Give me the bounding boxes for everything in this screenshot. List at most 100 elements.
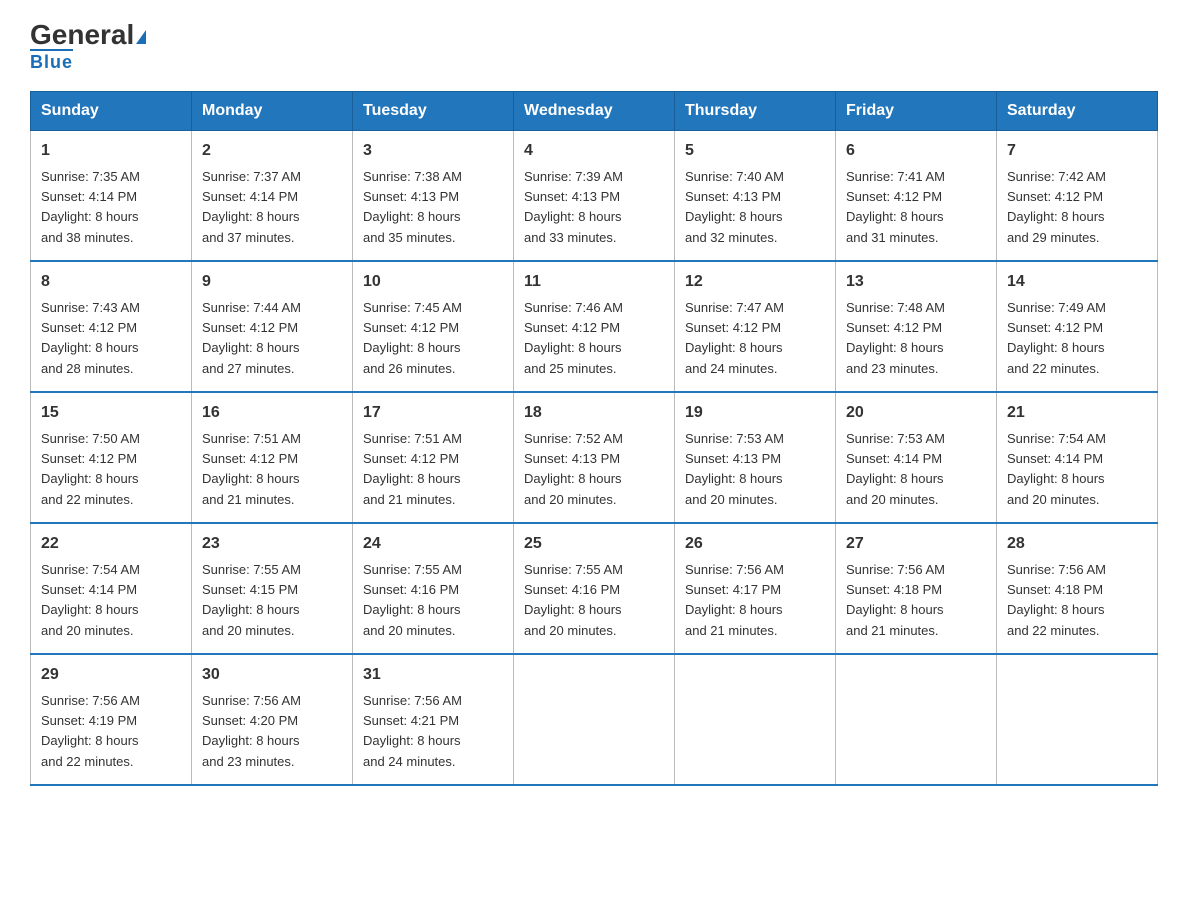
day-number: 17 [363,401,503,425]
table-row: 14 Sunrise: 7:49 AMSunset: 4:12 PMDaylig… [997,261,1158,392]
day-number: 28 [1007,532,1147,556]
day-number: 31 [363,663,503,687]
day-info: Sunrise: 7:50 AMSunset: 4:12 PMDaylight:… [41,431,140,507]
table-row: 8 Sunrise: 7:43 AMSunset: 4:12 PMDayligh… [31,261,192,392]
day-number: 24 [363,532,503,556]
day-info: Sunrise: 7:39 AMSunset: 4:13 PMDaylight:… [524,169,623,245]
table-row: 21 Sunrise: 7:54 AMSunset: 4:14 PMDaylig… [997,392,1158,523]
col-sunday: Sunday [31,91,192,130]
day-info: Sunrise: 7:56 AMSunset: 4:19 PMDaylight:… [41,693,140,769]
calendar-week-row: 29 Sunrise: 7:56 AMSunset: 4:19 PMDaylig… [31,654,1158,785]
table-row: 29 Sunrise: 7:56 AMSunset: 4:19 PMDaylig… [31,654,192,785]
table-row [514,654,675,785]
day-info: Sunrise: 7:46 AMSunset: 4:12 PMDaylight:… [524,300,623,376]
col-tuesday: Tuesday [353,91,514,130]
day-number: 11 [524,270,664,294]
table-row: 15 Sunrise: 7:50 AMSunset: 4:12 PMDaylig… [31,392,192,523]
table-row [997,654,1158,785]
day-number: 16 [202,401,342,425]
day-info: Sunrise: 7:56 AMSunset: 4:18 PMDaylight:… [1007,562,1106,638]
day-info: Sunrise: 7:48 AMSunset: 4:12 PMDaylight:… [846,300,945,376]
table-row: 5 Sunrise: 7:40 AMSunset: 4:13 PMDayligh… [675,130,836,261]
day-number: 10 [363,270,503,294]
day-info: Sunrise: 7:53 AMSunset: 4:13 PMDaylight:… [685,431,784,507]
day-number: 30 [202,663,342,687]
table-row: 30 Sunrise: 7:56 AMSunset: 4:20 PMDaylig… [192,654,353,785]
day-number: 22 [41,532,181,556]
calendar-header-row: Sunday Monday Tuesday Wednesday Thursday… [31,91,1158,130]
day-info: Sunrise: 7:35 AMSunset: 4:14 PMDaylight:… [41,169,140,245]
day-info: Sunrise: 7:38 AMSunset: 4:13 PMDaylight:… [363,169,462,245]
col-wednesday: Wednesday [514,91,675,130]
table-row: 25 Sunrise: 7:55 AMSunset: 4:16 PMDaylig… [514,523,675,654]
day-info: Sunrise: 7:56 AMSunset: 4:20 PMDaylight:… [202,693,301,769]
day-info: Sunrise: 7:45 AMSunset: 4:12 PMDaylight:… [363,300,462,376]
table-row: 27 Sunrise: 7:56 AMSunset: 4:18 PMDaylig… [836,523,997,654]
day-number: 3 [363,139,503,163]
day-number: 26 [685,532,825,556]
day-info: Sunrise: 7:43 AMSunset: 4:12 PMDaylight:… [41,300,140,376]
day-number: 21 [1007,401,1147,425]
calendar-week-row: 15 Sunrise: 7:50 AMSunset: 4:12 PMDaylig… [31,392,1158,523]
table-row: 23 Sunrise: 7:55 AMSunset: 4:15 PMDaylig… [192,523,353,654]
day-info: Sunrise: 7:47 AMSunset: 4:12 PMDaylight:… [685,300,784,376]
calendar-week-row: 1 Sunrise: 7:35 AMSunset: 4:14 PMDayligh… [31,130,1158,261]
day-number: 5 [685,139,825,163]
day-number: 27 [846,532,986,556]
table-row: 4 Sunrise: 7:39 AMSunset: 4:13 PMDayligh… [514,130,675,261]
table-row: 22 Sunrise: 7:54 AMSunset: 4:14 PMDaylig… [31,523,192,654]
day-info: Sunrise: 7:55 AMSunset: 4:15 PMDaylight:… [202,562,301,638]
day-info: Sunrise: 7:56 AMSunset: 4:21 PMDaylight:… [363,693,462,769]
day-number: 13 [846,270,986,294]
table-row: 9 Sunrise: 7:44 AMSunset: 4:12 PMDayligh… [192,261,353,392]
calendar-week-row: 22 Sunrise: 7:54 AMSunset: 4:14 PMDaylig… [31,523,1158,654]
table-row: 24 Sunrise: 7:55 AMSunset: 4:16 PMDaylig… [353,523,514,654]
table-row: 19 Sunrise: 7:53 AMSunset: 4:13 PMDaylig… [675,392,836,523]
day-number: 12 [685,270,825,294]
day-number: 29 [41,663,181,687]
col-friday: Friday [836,91,997,130]
table-row: 28 Sunrise: 7:56 AMSunset: 4:18 PMDaylig… [997,523,1158,654]
day-number: 4 [524,139,664,163]
calendar-table: Sunday Monday Tuesday Wednesday Thursday… [30,91,1158,786]
logo-general-text: General [30,20,146,51]
table-row: 16 Sunrise: 7:51 AMSunset: 4:12 PMDaylig… [192,392,353,523]
table-row [836,654,997,785]
table-row: 10 Sunrise: 7:45 AMSunset: 4:12 PMDaylig… [353,261,514,392]
day-number: 8 [41,270,181,294]
table-row [675,654,836,785]
table-row: 1 Sunrise: 7:35 AMSunset: 4:14 PMDayligh… [31,130,192,261]
day-info: Sunrise: 7:55 AMSunset: 4:16 PMDaylight:… [363,562,462,638]
table-row: 3 Sunrise: 7:38 AMSunset: 4:13 PMDayligh… [353,130,514,261]
day-number: 9 [202,270,342,294]
day-info: Sunrise: 7:55 AMSunset: 4:16 PMDaylight:… [524,562,623,638]
day-info: Sunrise: 7:42 AMSunset: 4:12 PMDaylight:… [1007,169,1106,245]
day-number: 19 [685,401,825,425]
logo-blue-text: Blue [30,49,73,73]
table-row: 17 Sunrise: 7:51 AMSunset: 4:12 PMDaylig… [353,392,514,523]
day-number: 6 [846,139,986,163]
table-row: 31 Sunrise: 7:56 AMSunset: 4:21 PMDaylig… [353,654,514,785]
day-number: 18 [524,401,664,425]
logo: General Blue [30,20,146,73]
day-info: Sunrise: 7:53 AMSunset: 4:14 PMDaylight:… [846,431,945,507]
calendar-week-row: 8 Sunrise: 7:43 AMSunset: 4:12 PMDayligh… [31,261,1158,392]
col-saturday: Saturday [997,91,1158,130]
day-number: 14 [1007,270,1147,294]
table-row: 13 Sunrise: 7:48 AMSunset: 4:12 PMDaylig… [836,261,997,392]
day-info: Sunrise: 7:40 AMSunset: 4:13 PMDaylight:… [685,169,784,245]
day-number: 23 [202,532,342,556]
day-info: Sunrise: 7:44 AMSunset: 4:12 PMDaylight:… [202,300,301,376]
col-monday: Monday [192,91,353,130]
page-header: General Blue [30,20,1158,73]
day-info: Sunrise: 7:56 AMSunset: 4:17 PMDaylight:… [685,562,784,638]
table-row: 6 Sunrise: 7:41 AMSunset: 4:12 PMDayligh… [836,130,997,261]
day-info: Sunrise: 7:51 AMSunset: 4:12 PMDaylight:… [363,431,462,507]
table-row: 12 Sunrise: 7:47 AMSunset: 4:12 PMDaylig… [675,261,836,392]
day-info: Sunrise: 7:54 AMSunset: 4:14 PMDaylight:… [41,562,140,638]
day-info: Sunrise: 7:54 AMSunset: 4:14 PMDaylight:… [1007,431,1106,507]
day-info: Sunrise: 7:41 AMSunset: 4:12 PMDaylight:… [846,169,945,245]
day-info: Sunrise: 7:37 AMSunset: 4:14 PMDaylight:… [202,169,301,245]
table-row: 26 Sunrise: 7:56 AMSunset: 4:17 PMDaylig… [675,523,836,654]
day-info: Sunrise: 7:49 AMSunset: 4:12 PMDaylight:… [1007,300,1106,376]
